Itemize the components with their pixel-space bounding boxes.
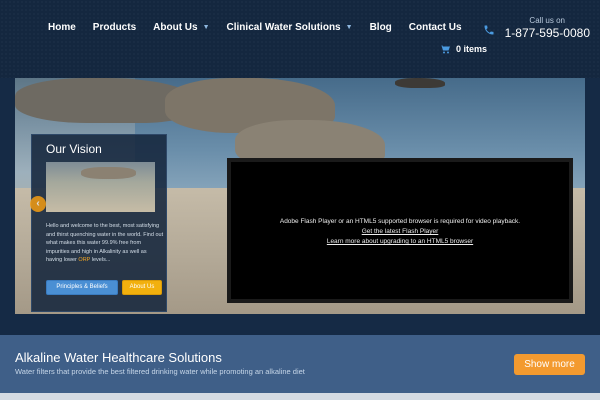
nav-products[interactable]: Products: [93, 22, 136, 33]
nav-contact-us[interactable]: Contact Us: [409, 22, 462, 33]
hero-slider: Our Vision Hello and welcome to the best…: [15, 78, 585, 314]
video-message: Adobe Flash Player or an HTML5 supported…: [231, 217, 569, 247]
site-header: Home Products About Us ▼ Clinical Water S…: [0, 0, 600, 78]
nav-clinical-label: Clinical Water Solutions: [226, 22, 341, 33]
cta-subtitle: Water filters that provide the best filt…: [15, 367, 305, 376]
nav-home-label: Home: [48, 22, 76, 33]
nav-home[interactable]: Home: [48, 22, 76, 33]
video-fallback-text: Adobe Flash Player or an HTML5 supported…: [279, 218, 521, 225]
nav-clinical-water-solutions[interactable]: Clinical Water Solutions ▼: [227, 22, 353, 33]
principles-beliefs-button[interactable]: Principles & Beliefs: [46, 280, 118, 295]
vision-text: Hello and welcome to the best, most sati…: [46, 222, 164, 265]
nav-about-us[interactable]: About Us ▼: [153, 22, 209, 33]
call-label: Call us on: [529, 16, 565, 25]
orp-link[interactable]: ORP: [78, 257, 90, 263]
show-more-button[interactable]: Show more: [514, 354, 585, 375]
flash-player-link[interactable]: Get the latest Flash Player: [231, 227, 569, 237]
cta-title: Alkaline Water Healthcare Solutions: [15, 350, 222, 365]
contact-info: Call us on 1-877-595-0080: [480, 16, 590, 40]
hero-rock: [395, 78, 445, 88]
nav-about-us-label: About Us: [153, 22, 198, 33]
nav-contact-label: Contact Us: [408, 22, 462, 33]
nav-blog-label: Blog: [369, 22, 392, 33]
chevron-down-icon: ▼: [202, 24, 210, 31]
cart-icon: [440, 45, 450, 53]
main-nav: Home Products About Us ▼ Clinical Water S…: [48, 22, 479, 33]
nav-blog[interactable]: Blog: [370, 22, 392, 33]
vision-text-end: levels...: [90, 257, 111, 264]
vision-image: [46, 162, 155, 212]
footer-strip: [0, 393, 600, 400]
html5-browser-link[interactable]: Learn more about upgrading to an HTML5 b…: [231, 237, 569, 247]
vision-title: Our Vision: [46, 142, 102, 156]
chevron-left-icon[interactable]: ‹: [30, 196, 46, 212]
video-player[interactable]: Adobe Flash Player or an HTML5 supported…: [227, 158, 573, 303]
about-us-button[interactable]: About Us: [122, 280, 162, 295]
nav-products-label: Products: [92, 22, 137, 33]
cta-band: Alkaline Water Healthcare Solutions Wate…: [0, 335, 600, 393]
cart-count: 0 items: [456, 44, 488, 54]
cart-link[interactable]: 0 items: [440, 44, 487, 54]
chevron-down-icon: ▼: [345, 24, 353, 31]
phone-number[interactable]: 1-877-595-0080: [480, 26, 590, 40]
vision-panel: Our Vision Hello and welcome to the best…: [31, 134, 167, 312]
